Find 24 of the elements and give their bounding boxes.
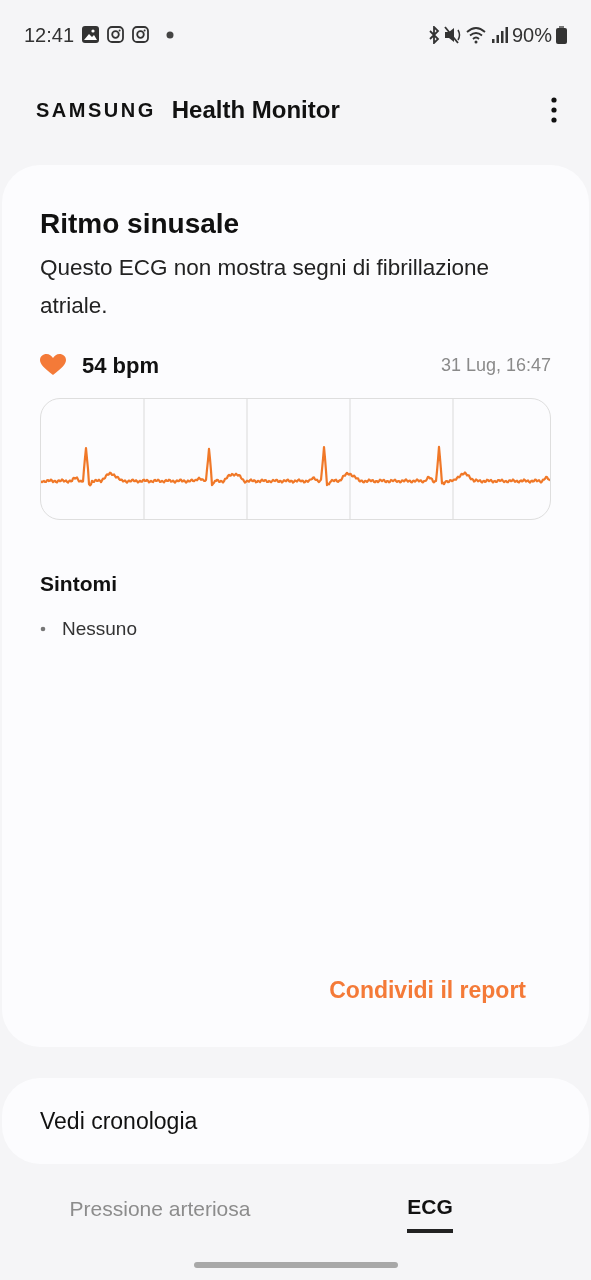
- brand-logo: SAMSUNG: [36, 98, 156, 123]
- heart-icon: [40, 354, 66, 377]
- history-label: Vedi cronologia: [40, 1106, 198, 1136]
- measurement-time: 31 Lug, 16:47: [440, 353, 551, 377]
- signal-icon: [491, 26, 508, 43]
- wifi-icon: [465, 25, 488, 44]
- result-description: Questo ECG non mostra segni di fibrillazione atriale.: [40, 253, 490, 320]
- symptoms-heading: Sintomi: [40, 570, 118, 597]
- result-title: Ritmo sinusale: [40, 207, 241, 241]
- camera-app-icon: [107, 26, 125, 43]
- heart-rate-value: 54 bpm: [82, 351, 160, 380]
- history-card[interactable]: Vedi cronologia: [2, 1078, 589, 1164]
- camera-app-icon: [132, 26, 150, 43]
- app-title: Health Monitor: [171, 95, 340, 125]
- gallery-icon: [82, 26, 100, 43]
- status-time: 12:41: [24, 22, 75, 48]
- symptom-item: Nessuno: [62, 617, 137, 642]
- navigation-handle[interactable]: [193, 1262, 398, 1268]
- tab[interactable]: ECG: [407, 1191, 453, 1233]
- mute-icon: [443, 25, 462, 44]
- bullet-icon: [40, 626, 46, 633]
- battery-icon: [556, 25, 567, 44]
- battery-percentage: 90%: [511, 22, 552, 48]
- bluetooth-icon: [427, 25, 440, 44]
